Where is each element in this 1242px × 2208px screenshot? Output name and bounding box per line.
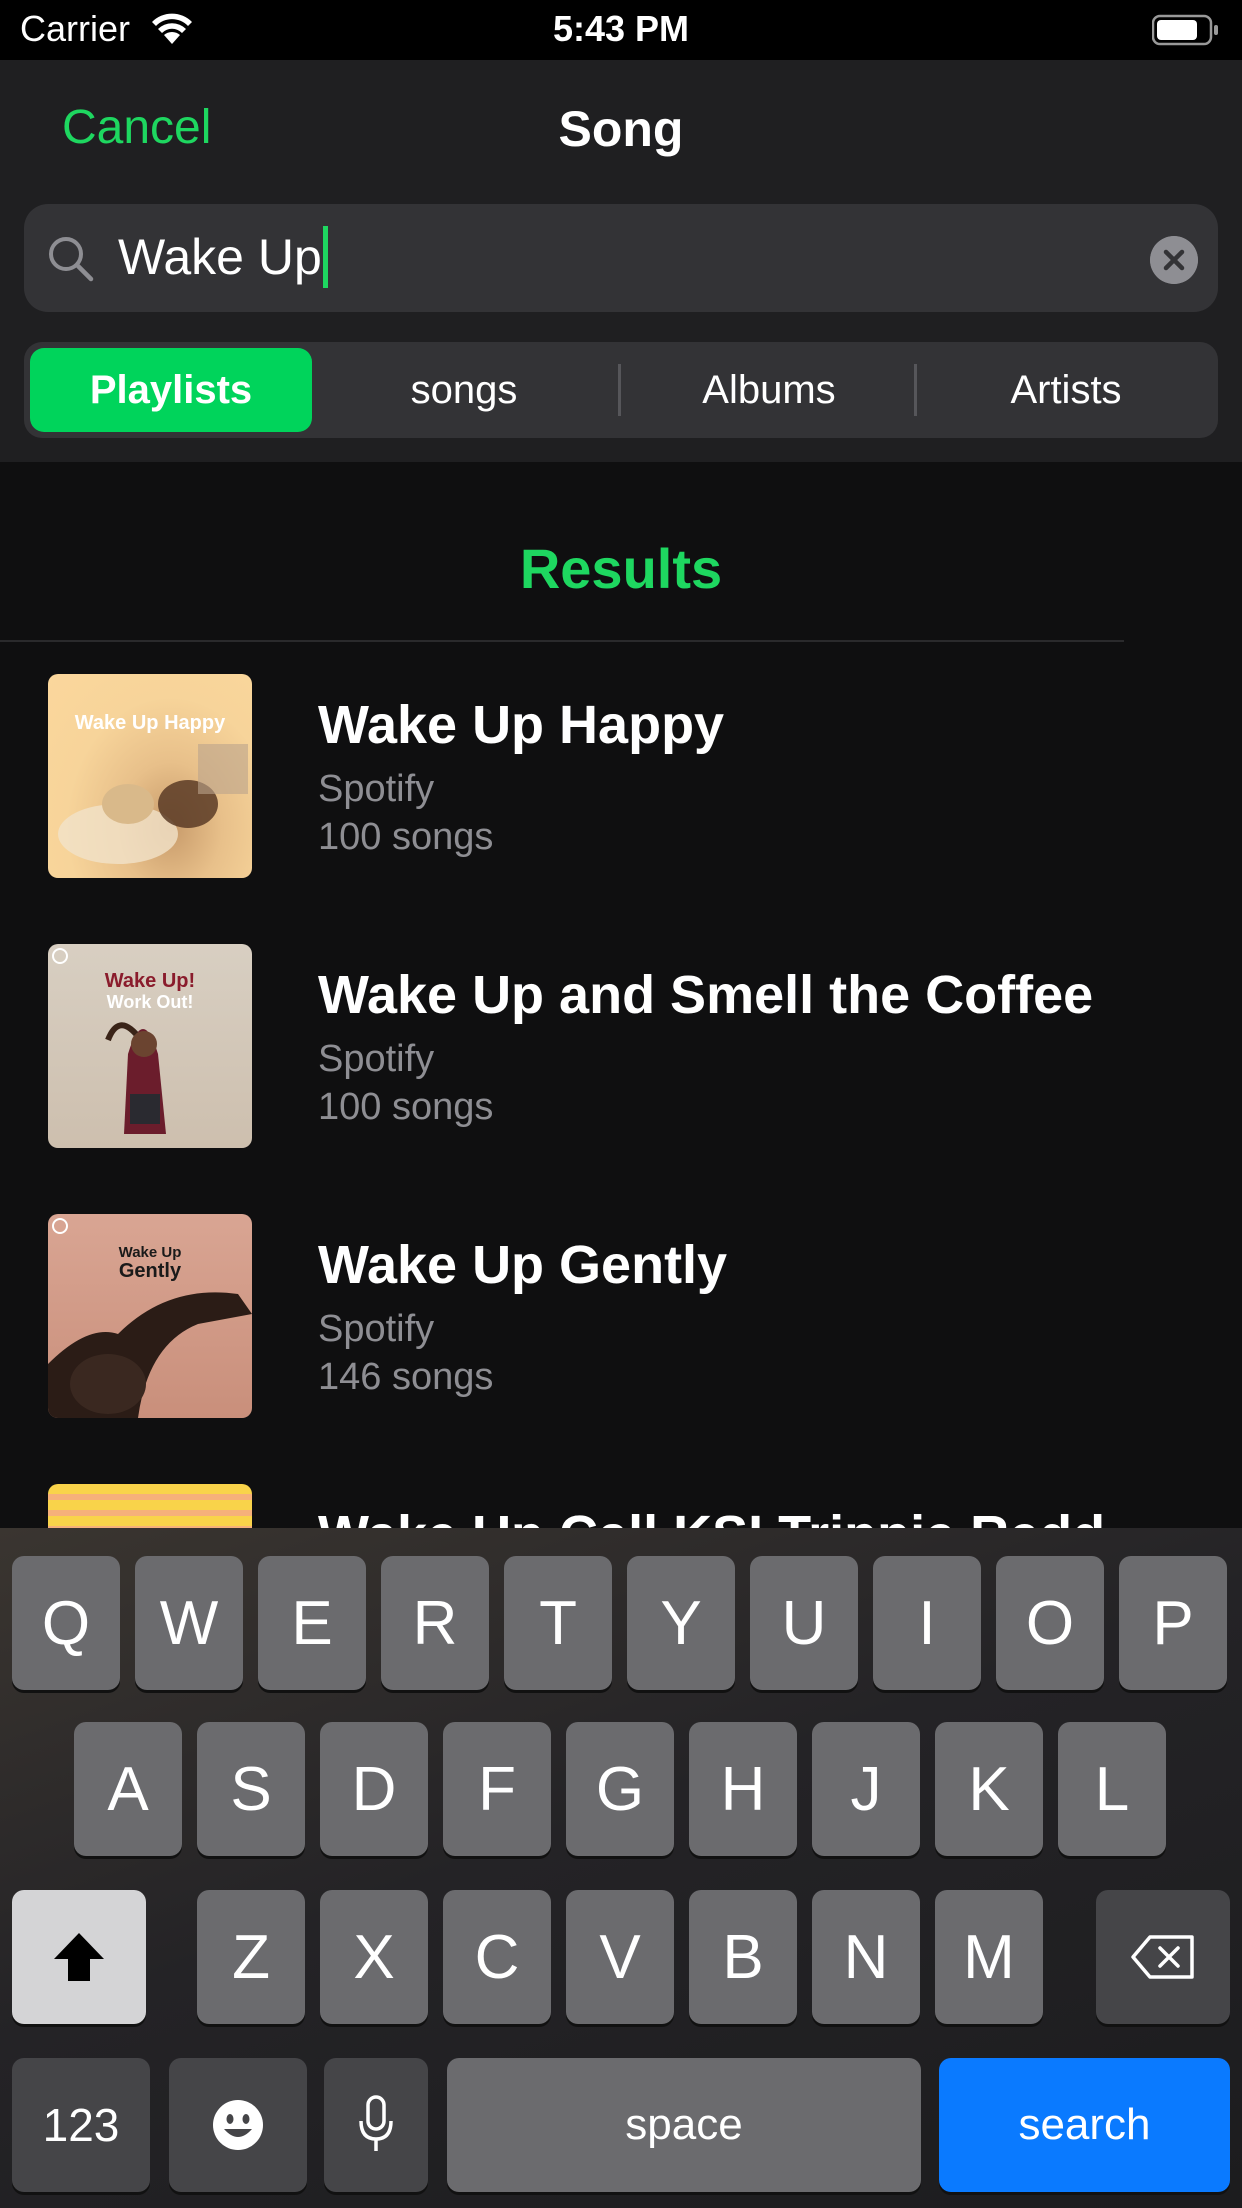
playlist-title: Wake Up Gently [318, 1235, 728, 1295]
dictation-key[interactable] [324, 2058, 428, 2192]
search-icon [49, 237, 94, 282]
key-j[interactable]: J [812, 1722, 920, 1856]
key-e[interactable]: E [258, 1556, 366, 1690]
emoji-icon [213, 2100, 263, 2150]
key-z[interactable]: Z [197, 1890, 305, 2024]
key-k[interactable]: K [935, 1722, 1043, 1856]
search-input[interactable]: Wake Up [118, 225, 328, 292]
key-s[interactable]: S [197, 1722, 305, 1856]
cover-text: Wake Up! [104, 970, 196, 992]
tab-albums[interactable]: Albums [624, 348, 914, 432]
cover-text: Work Out! [106, 992, 194, 1012]
numbers-key[interactable]: 123 [12, 2058, 150, 2192]
battery-icon [1152, 14, 1218, 46]
shift-key[interactable] [12, 1890, 146, 2024]
clear-search-icon[interactable] [1150, 236, 1198, 284]
on-screen-keyboard: Q W E R T Y U I O P A S D F G H J K L Z … [0, 1528, 1242, 2208]
key-h[interactable]: H [689, 1722, 797, 1856]
backspace-key[interactable] [1096, 1890, 1230, 2024]
tab-playlists[interactable]: Playlists [30, 348, 312, 432]
search-header: Cancel Song Wake Up Playlists songs Albu… [0, 60, 1242, 462]
shift-icon [54, 1933, 104, 1981]
tab-artists[interactable]: Artists [920, 348, 1212, 432]
cover-text: Gently [118, 1260, 182, 1282]
key-l[interactable]: L [1058, 1722, 1166, 1856]
key-m[interactable]: M [935, 1890, 1043, 2024]
playlist-cover: Wake Up Happy [48, 674, 252, 878]
search-input-value: Wake Up [118, 229, 322, 285]
playlist-owner: Spotify [318, 1038, 435, 1080]
key-p[interactable]: P [1119, 1556, 1227, 1690]
status-bar: Carrier 5:43 PM [0, 0, 1242, 60]
key-o[interactable]: O [996, 1556, 1104, 1690]
list-item[interactable]: Wake Up Happy Wake Up Happy Spotify 100 … [0, 674, 1242, 884]
tab-songs[interactable]: songs [324, 348, 604, 432]
key-v[interactable]: V [566, 1890, 674, 2024]
results-heading: Results [519, 537, 723, 600]
key-y[interactable]: Y [627, 1556, 735, 1690]
key-t[interactable]: T [504, 1556, 612, 1690]
key-b[interactable]: B [689, 1890, 797, 2024]
playlist-song-count: 100 songs [318, 1086, 494, 1128]
key-c[interactable]: C [443, 1890, 551, 2024]
segment-divider [618, 364, 621, 416]
backspace-icon [1131, 1935, 1194, 1979]
key-a[interactable]: A [74, 1722, 182, 1856]
key-w[interactable]: W [135, 1556, 243, 1690]
playlist-cover: Wake Up! Work Out! [48, 944, 252, 1148]
cover-art-image [58, 744, 248, 864]
playlist-title: Wake Up Happy [318, 695, 725, 755]
microphone-icon [359, 2095, 393, 2151]
status-time: 5:43 PM [552, 8, 690, 49]
segment-divider [914, 364, 917, 416]
playlist-cover: Wake Up Gently [48, 1214, 252, 1418]
page-title: Song [558, 101, 684, 157]
category-segmented-control: Playlists songs Albums Artists [24, 342, 1218, 438]
playlist-owner: Spotify [318, 1308, 435, 1350]
emoji-key[interactable] [169, 2058, 307, 2192]
playlist-owner: Spotify [318, 768, 435, 810]
text-caret [322, 225, 328, 288]
search-bar[interactable]: Wake Up [24, 204, 1218, 312]
key-q[interactable]: Q [12, 1556, 120, 1690]
key-i[interactable]: I [873, 1556, 981, 1690]
key-d[interactable]: D [320, 1722, 428, 1856]
list-item[interactable]: Wake Up Gently Wake Up Gently Spotify 14… [0, 1214, 1242, 1424]
key-x[interactable]: X [320, 1890, 428, 2024]
list-item[interactable]: Wake Up! Work Out! Wake Up and Smell the… [0, 944, 1242, 1154]
divider [0, 640, 1124, 642]
cover-text: Wake Up [118, 1244, 182, 1261]
key-g[interactable]: G [566, 1722, 674, 1856]
playlist-title: Wake Up and Smell the Coffee [318, 965, 1094, 1025]
key-u[interactable]: U [750, 1556, 858, 1690]
cover-text: Wake Up Happy [74, 712, 226, 734]
search-key[interactable]: search [939, 2058, 1230, 2192]
key-f[interactable]: F [443, 1722, 551, 1856]
playlist-song-count: 100 songs [318, 816, 494, 858]
key-n[interactable]: N [812, 1890, 920, 2024]
space-key[interactable]: space [447, 2058, 921, 2192]
key-r[interactable]: R [381, 1556, 489, 1690]
playlist-song-count: 146 songs [318, 1356, 494, 1398]
